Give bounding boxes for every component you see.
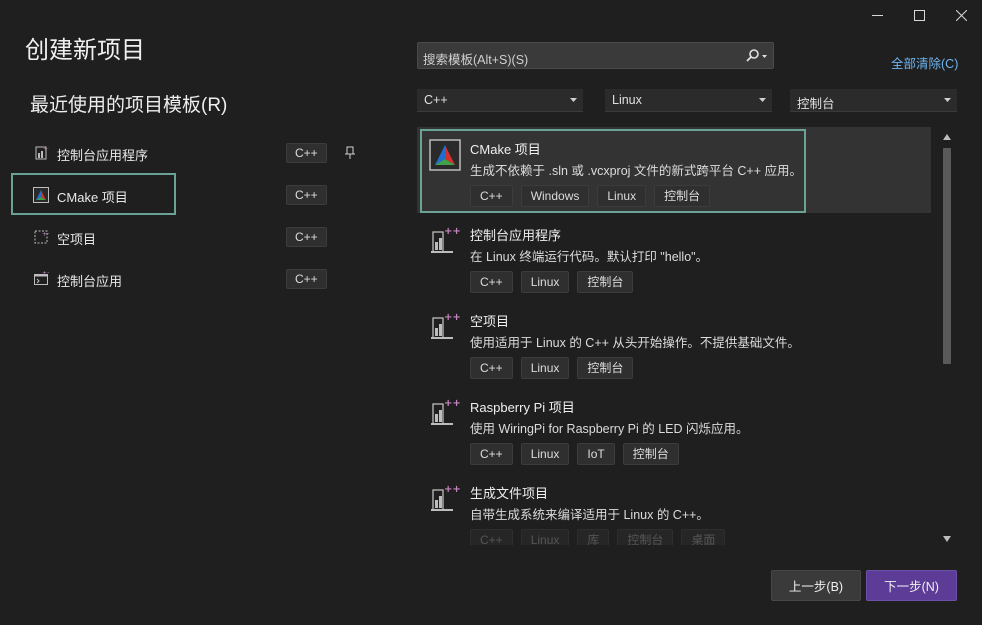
template-tag: Linux [520,529,570,545]
template-tag: C++ [470,185,513,207]
page-title: 创建新项目 [25,37,145,64]
scroll-up-icon[interactable] [943,134,951,140]
platform-filter-dropdown[interactable]: Linux [605,89,772,112]
template-name: 生成文件项目 [470,486,549,501]
chevron-down-icon [570,98,577,102]
recent-item-label: 空项目 [57,232,97,247]
language-filter-dropdown[interactable]: C++ [417,89,583,112]
close-icon [955,9,967,21]
template-tag: C++ [470,529,513,545]
template-tag: C++ [470,357,513,379]
svg-text:++: ++ [444,484,461,495]
template-tags: C++ Linux 库 控制台 桌面 [470,529,726,545]
search-icon[interactable] [742,48,770,64]
template-tag: 库 [577,529,610,545]
template-tag: 控制台 [654,185,711,207]
template-tag: C++ [470,443,513,465]
next-button[interactable]: 下一步(N) [866,570,957,601]
template-tag: Linux [597,185,647,207]
clear-all-link[interactable]: 全部清除(C) [891,53,958,72]
language-filter-value: C++ [424,93,448,107]
maximize-icon [913,9,925,21]
svg-text:++: ++ [42,271,49,277]
template-tags: C++ Linux IoT 控制台 [470,443,679,465]
template-list-scrollbar[interactable] [940,130,954,546]
template-description: 在 Linux 终端运行代码。默认打印 "hello"。 [470,250,709,264]
template-tag: Linux [520,443,570,465]
template-description: 生成不依赖于 .sln 或 .vcxproj 文件的新式跨平台 C++ 应用。 [470,164,802,178]
template-name: CMake 项目 [470,142,541,157]
template-tags: C++ Linux 控制台 [470,357,634,379]
recent-item-label: CMake 项目 [57,190,128,205]
console-app-icon: ++ [35,146,49,160]
template-tag: 控制台 [617,529,674,545]
recent-item-tag: C++ [286,185,327,205]
template-tags: C++ Windows Linux 控制台 [470,185,711,207]
template-name: 控制台应用程序 [470,228,562,243]
back-button[interactable]: 上一步(B) [771,570,861,601]
linux-project-icon: ++ [431,398,461,425]
chevron-down-icon [759,98,766,102]
pin-icon[interactable] [344,146,356,160]
template-tags: C++ Linux 控制台 [470,271,634,293]
recent-templates-heading: 最近使用的项目模板(R) [30,95,228,116]
search-input[interactable]: 搜索模板(Alt+S)(S) [417,42,774,69]
project-type-filter-dropdown[interactable]: 控制台 [790,89,957,112]
template-tag: C++ [470,271,513,293]
cmake-icon [429,139,461,171]
template-tag: IoT [577,443,615,465]
template-item-empty-project[interactable]: ++ 空项目 使用适用于 Linux 的 C++ 从头开始操作。不提供基础文件。… [417,299,931,385]
template-tag: 控制台 [577,357,634,379]
recent-item-label: 控制台应用 [57,274,123,289]
template-description: 自带生成系统来编译适用于 Linux 的 C++。 [470,508,709,522]
search-placeholder: 搜索模板(Alt+S)(S) [423,53,529,67]
empty-project-icon: ++ [34,230,49,244]
template-item-raspberry-pi[interactable]: ++ Raspberry Pi 项目 使用 WiringPi for Raspb… [417,385,931,471]
svg-text:++: ++ [42,231,49,238]
recent-item-label: 控制台应用程序 [57,148,149,163]
recent-item-cmake[interactable]: CMake 项目 [11,173,176,215]
template-tag: Linux [520,357,570,379]
linux-project-icon: ++ [431,312,461,339]
template-name: Raspberry Pi 项目 [470,400,575,415]
template-list: CMake 项目 生成不依赖于 .sln 或 .vcxproj 文件的新式跨平台… [417,127,933,545]
template-description: 使用 WiringPi for Raspberry Pi 的 LED 闪烁应用。 [470,422,749,436]
cmake-icon [33,187,49,203]
scroll-down-icon[interactable] [943,536,951,542]
template-tag: 桌面 [681,529,726,545]
recent-item-tag: C++ [286,269,327,289]
template-tag: 控制台 [577,271,634,293]
template-tag: 控制台 [622,443,679,465]
template-item-makefile-project[interactable]: ++ 生成文件项目 自带生成系统来编译适用于 Linux 的 C++。 C++ … [417,471,931,545]
chevron-down-icon [944,98,951,102]
linux-project-icon: ++ [431,484,461,511]
scrollbar-thumb[interactable] [943,148,951,364]
linux-project-icon: ++ [431,226,461,253]
template-description: 使用适用于 Linux 的 C++ 从头开始操作。不提供基础文件。 [470,336,800,350]
project-type-filter-value: 控制台 [797,97,835,111]
close-button[interactable] [940,0,982,30]
template-item-console-app[interactable]: ++ 控制台应用程序 在 Linux 终端运行代码。默认打印 "hello"。 … [417,213,931,299]
recent-item-tag: C++ [286,227,327,247]
svg-text:++: ++ [444,398,461,409]
maximize-button[interactable] [898,0,940,30]
svg-text:++: ++ [43,146,49,153]
template-tag: Windows [520,185,590,207]
svg-text:++: ++ [444,226,461,237]
window-controls [856,0,982,30]
minimize-button[interactable] [856,0,898,30]
platform-filter-value: Linux [612,93,642,107]
console-icon: ++ [34,271,49,285]
minimize-icon [871,14,883,16]
template-tag: Linux [520,271,570,293]
svg-text:++: ++ [444,312,461,323]
template-item-cmake[interactable]: CMake 项目 生成不依赖于 .sln 或 .vcxproj 文件的新式跨平台… [417,127,931,213]
recent-item-tag: C++ [286,143,327,163]
template-name: 空项目 [470,314,510,329]
